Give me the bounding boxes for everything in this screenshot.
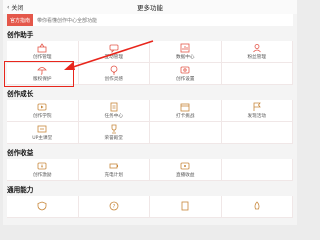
page-title: 更多功能 — [137, 4, 163, 12]
feature-grid: ? — [7, 196, 293, 218]
feature-item[interactable]: 发现活动 — [221, 100, 293, 122]
guide-tag: 官方指南 — [7, 14, 34, 26]
svg-text:¥: ¥ — [41, 164, 44, 169]
feature-item[interactable]: 创作学院 — [7, 100, 79, 122]
feature-item[interactable]: ? — [78, 196, 150, 218]
guide-banner[interactable]: 官方指南 带你看懂创作中心全部功能 — [7, 14, 293, 26]
feature-item[interactable]: 打卡挑战 — [150, 100, 222, 122]
feature-item[interactable]: 荣誉殿堂 — [78, 122, 150, 144]
rocket-icon — [251, 201, 263, 211]
feature-grid: ¥ 创作激励 充电计划 直播收益 — [7, 159, 293, 181]
feature-item[interactable]: 直播收益 — [150, 159, 222, 181]
feature-item[interactable] — [150, 196, 222, 218]
back-arrow-icon: ‹ — [7, 4, 10, 11]
feature-item[interactable]: UP主课堂 — [7, 122, 79, 144]
feature-item[interactable] — [7, 196, 79, 218]
empty-cell — [221, 122, 293, 144]
flag-icon — [251, 102, 263, 112]
shield-icon — [36, 201, 48, 211]
guide-text: 带你看懂创作中心全部功能 — [37, 17, 98, 24]
creation-manage-icon — [36, 43, 48, 53]
class-icon — [36, 124, 48, 134]
section-title: 创作成长 — [7, 90, 34, 98]
svg-text:?: ? — [112, 204, 115, 210]
feature-item[interactable] — [221, 196, 293, 218]
annotation-arrow-icon — [64, 40, 154, 70]
feature-item[interactable]: ¥ 创作激励 — [7, 159, 79, 181]
empty-cell — [221, 63, 293, 85]
feature-item[interactable]: 任务中心 — [78, 100, 150, 122]
empty-cell — [221, 159, 293, 181]
live-icon — [179, 161, 191, 171]
play-icon — [36, 102, 48, 112]
feature-item[interactable]: 充电计划 — [78, 159, 150, 181]
feature-item[interactable]: 数据中心 — [150, 41, 222, 63]
feature-grid: 创作学院 任务中心 打卡挑战 发现活动 UP主课堂 荣誉殿堂 — [7, 100, 293, 144]
help-icon: ? — [108, 201, 120, 211]
top-bar: ‹ 关闭 更多功能 — [3, 0, 297, 14]
close-label: 关闭 — [11, 5, 24, 12]
bar-chart-icon — [179, 43, 191, 53]
trophy-icon — [108, 124, 120, 134]
incentive-icon: ¥ — [36, 161, 48, 171]
fans-icon — [251, 43, 263, 53]
document-icon — [179, 201, 191, 211]
section-title: 通用能力 — [7, 186, 34, 194]
app-screen: ‹ 关闭 更多功能 官方指南 带你看懂创作中心全部功能 创作助手 创作管理 互动… — [3, 0, 297, 225]
close-button[interactable]: ‹ 关闭 — [7, 3, 23, 12]
feature-item[interactable]: 粉丝管理 — [221, 41, 293, 63]
task-icon — [108, 102, 120, 112]
empty-cell — [150, 122, 222, 144]
calendar-icon — [179, 102, 191, 112]
battery-icon — [108, 161, 120, 171]
feature-item[interactable]: 创作设置 — [150, 63, 222, 85]
settings-icon — [179, 65, 191, 75]
section-title: 创作收益 — [7, 149, 34, 157]
